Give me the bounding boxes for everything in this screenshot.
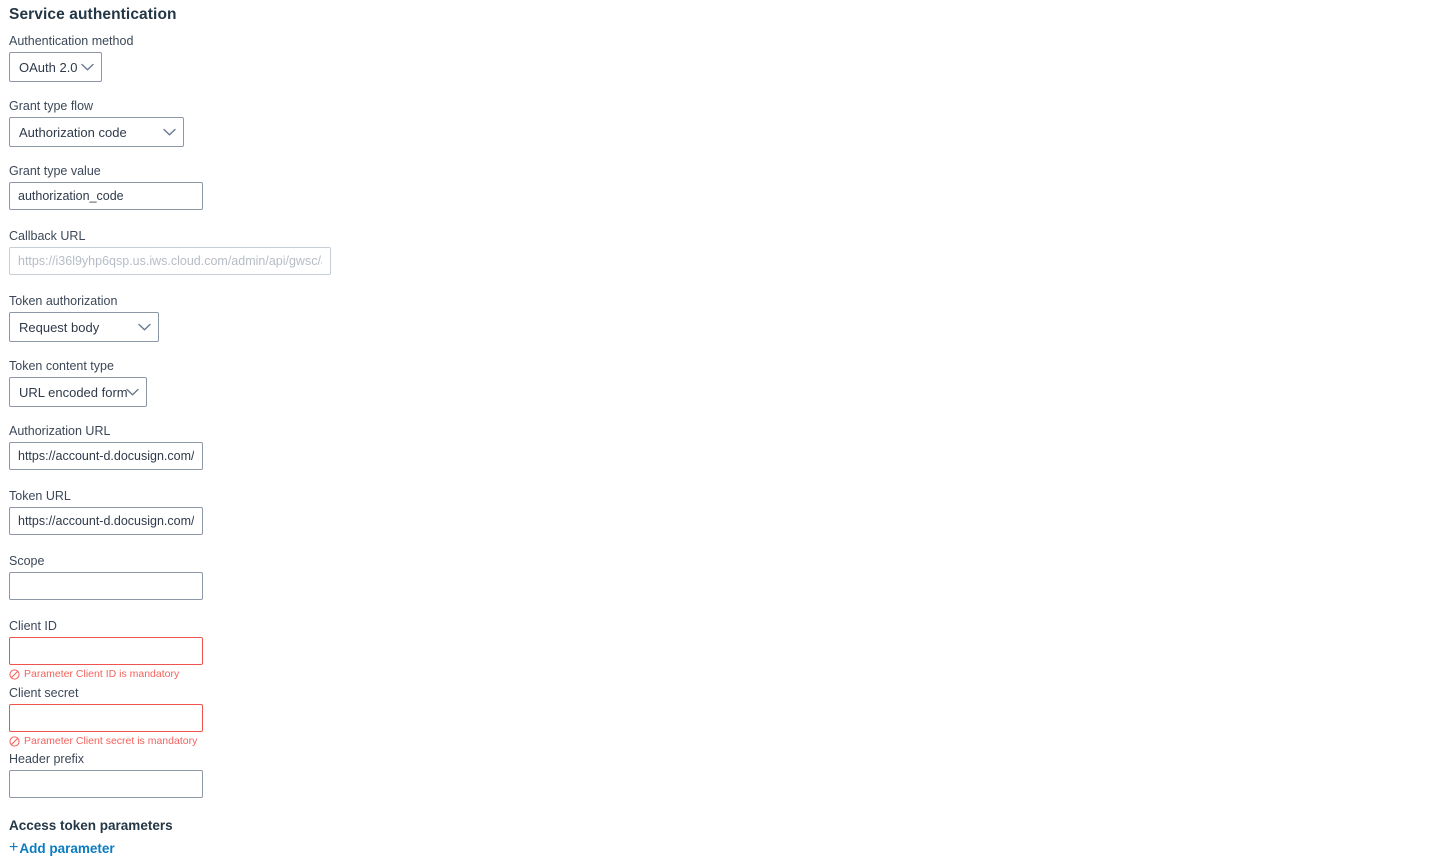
grant-type-flow-value: Authorization code bbox=[19, 124, 127, 140]
authentication-method-value: OAuth 2.0 bbox=[19, 59, 78, 75]
access-token-parameters-title: Access token parameters bbox=[9, 818, 173, 833]
token-authorization-value: Request body bbox=[19, 319, 100, 335]
label-client-id: Client ID bbox=[9, 619, 57, 633]
label-token-url: Token URL bbox=[9, 489, 71, 503]
field-authentication-method: Authentication method OAuth 2.0 bbox=[9, 33, 133, 82]
client-id-error: Parameter Client ID is mandatory bbox=[9, 667, 203, 681]
grant-type-value-input[interactable] bbox=[9, 182, 203, 210]
field-token-content-type: Token content type URL encoded form bbox=[9, 358, 147, 407]
label-token-authorization: Token authorization bbox=[9, 294, 118, 308]
label-callback-url: Callback URL bbox=[9, 229, 86, 243]
field-scope: Scope bbox=[9, 553, 203, 600]
client-id-input[interactable] bbox=[9, 637, 203, 665]
prohibition-icon bbox=[9, 668, 20, 680]
field-authorization-url: Authorization URL bbox=[9, 423, 203, 470]
field-token-url: Token URL bbox=[9, 488, 203, 535]
token-content-type-value: URL encoded form bbox=[19, 384, 128, 400]
add-parameter-button[interactable]: + Add parameter bbox=[9, 840, 115, 856]
grant-type-flow-select-wrap: Authorization code bbox=[9, 117, 184, 147]
label-client-secret: Client secret bbox=[9, 686, 79, 700]
service-authentication-form: Service authentication Authentication me… bbox=[0, 0, 1454, 860]
token-content-type-select-wrap: URL encoded form bbox=[9, 377, 147, 407]
field-grant-type-flow: Grant type flow Authorization code bbox=[9, 98, 184, 147]
client-id-error-text: Parameter Client ID is mandatory bbox=[24, 668, 180, 680]
page-title: Service authentication bbox=[9, 6, 177, 23]
scope-input[interactable] bbox=[9, 572, 203, 600]
grant-type-flow-select[interactable]: Authorization code bbox=[9, 117, 184, 147]
prohibition-icon bbox=[9, 735, 20, 747]
field-callback-url: Callback URL bbox=[9, 228, 331, 275]
label-scope: Scope bbox=[9, 554, 45, 568]
token-authorization-select[interactable]: Request body bbox=[9, 312, 159, 342]
add-parameter-label: Add parameter bbox=[19, 840, 115, 856]
client-secret-error-text: Parameter Client secret is mandatory bbox=[24, 735, 198, 747]
field-header-prefix: Header prefix bbox=[9, 751, 203, 798]
label-token-content-type: Token content type bbox=[9, 359, 114, 373]
label-authorization-url: Authorization URL bbox=[9, 424, 111, 438]
authentication-method-select[interactable]: OAuth 2.0 bbox=[9, 52, 102, 82]
callback-url-input[interactable] bbox=[9, 247, 331, 275]
label-authentication-method: Authentication method bbox=[9, 34, 134, 48]
header-prefix-input[interactable] bbox=[9, 770, 203, 798]
client-secret-input[interactable] bbox=[9, 704, 203, 732]
authorization-url-input[interactable] bbox=[9, 442, 203, 470]
token-authorization-select-wrap: Request body bbox=[9, 312, 159, 342]
client-secret-error: Parameter Client secret is mandatory bbox=[9, 734, 203, 748]
field-token-authorization: Token authorization Request body bbox=[9, 293, 159, 342]
field-client-secret: Client secret Parameter Client secret is… bbox=[9, 685, 203, 748]
plus-icon: + bbox=[9, 839, 19, 856]
label-grant-type-value: Grant type value bbox=[9, 164, 101, 178]
token-url-input[interactable] bbox=[9, 507, 203, 535]
field-grant-type-value: Grant type value bbox=[9, 163, 203, 210]
authentication-method-select-wrap: OAuth 2.0 bbox=[9, 52, 102, 82]
label-grant-type-flow: Grant type flow bbox=[9, 99, 94, 113]
label-header-prefix: Header prefix bbox=[9, 752, 85, 766]
token-content-type-select[interactable]: URL encoded form bbox=[9, 377, 147, 407]
field-client-id: Client ID Parameter Client ID is mandato… bbox=[9, 618, 203, 681]
